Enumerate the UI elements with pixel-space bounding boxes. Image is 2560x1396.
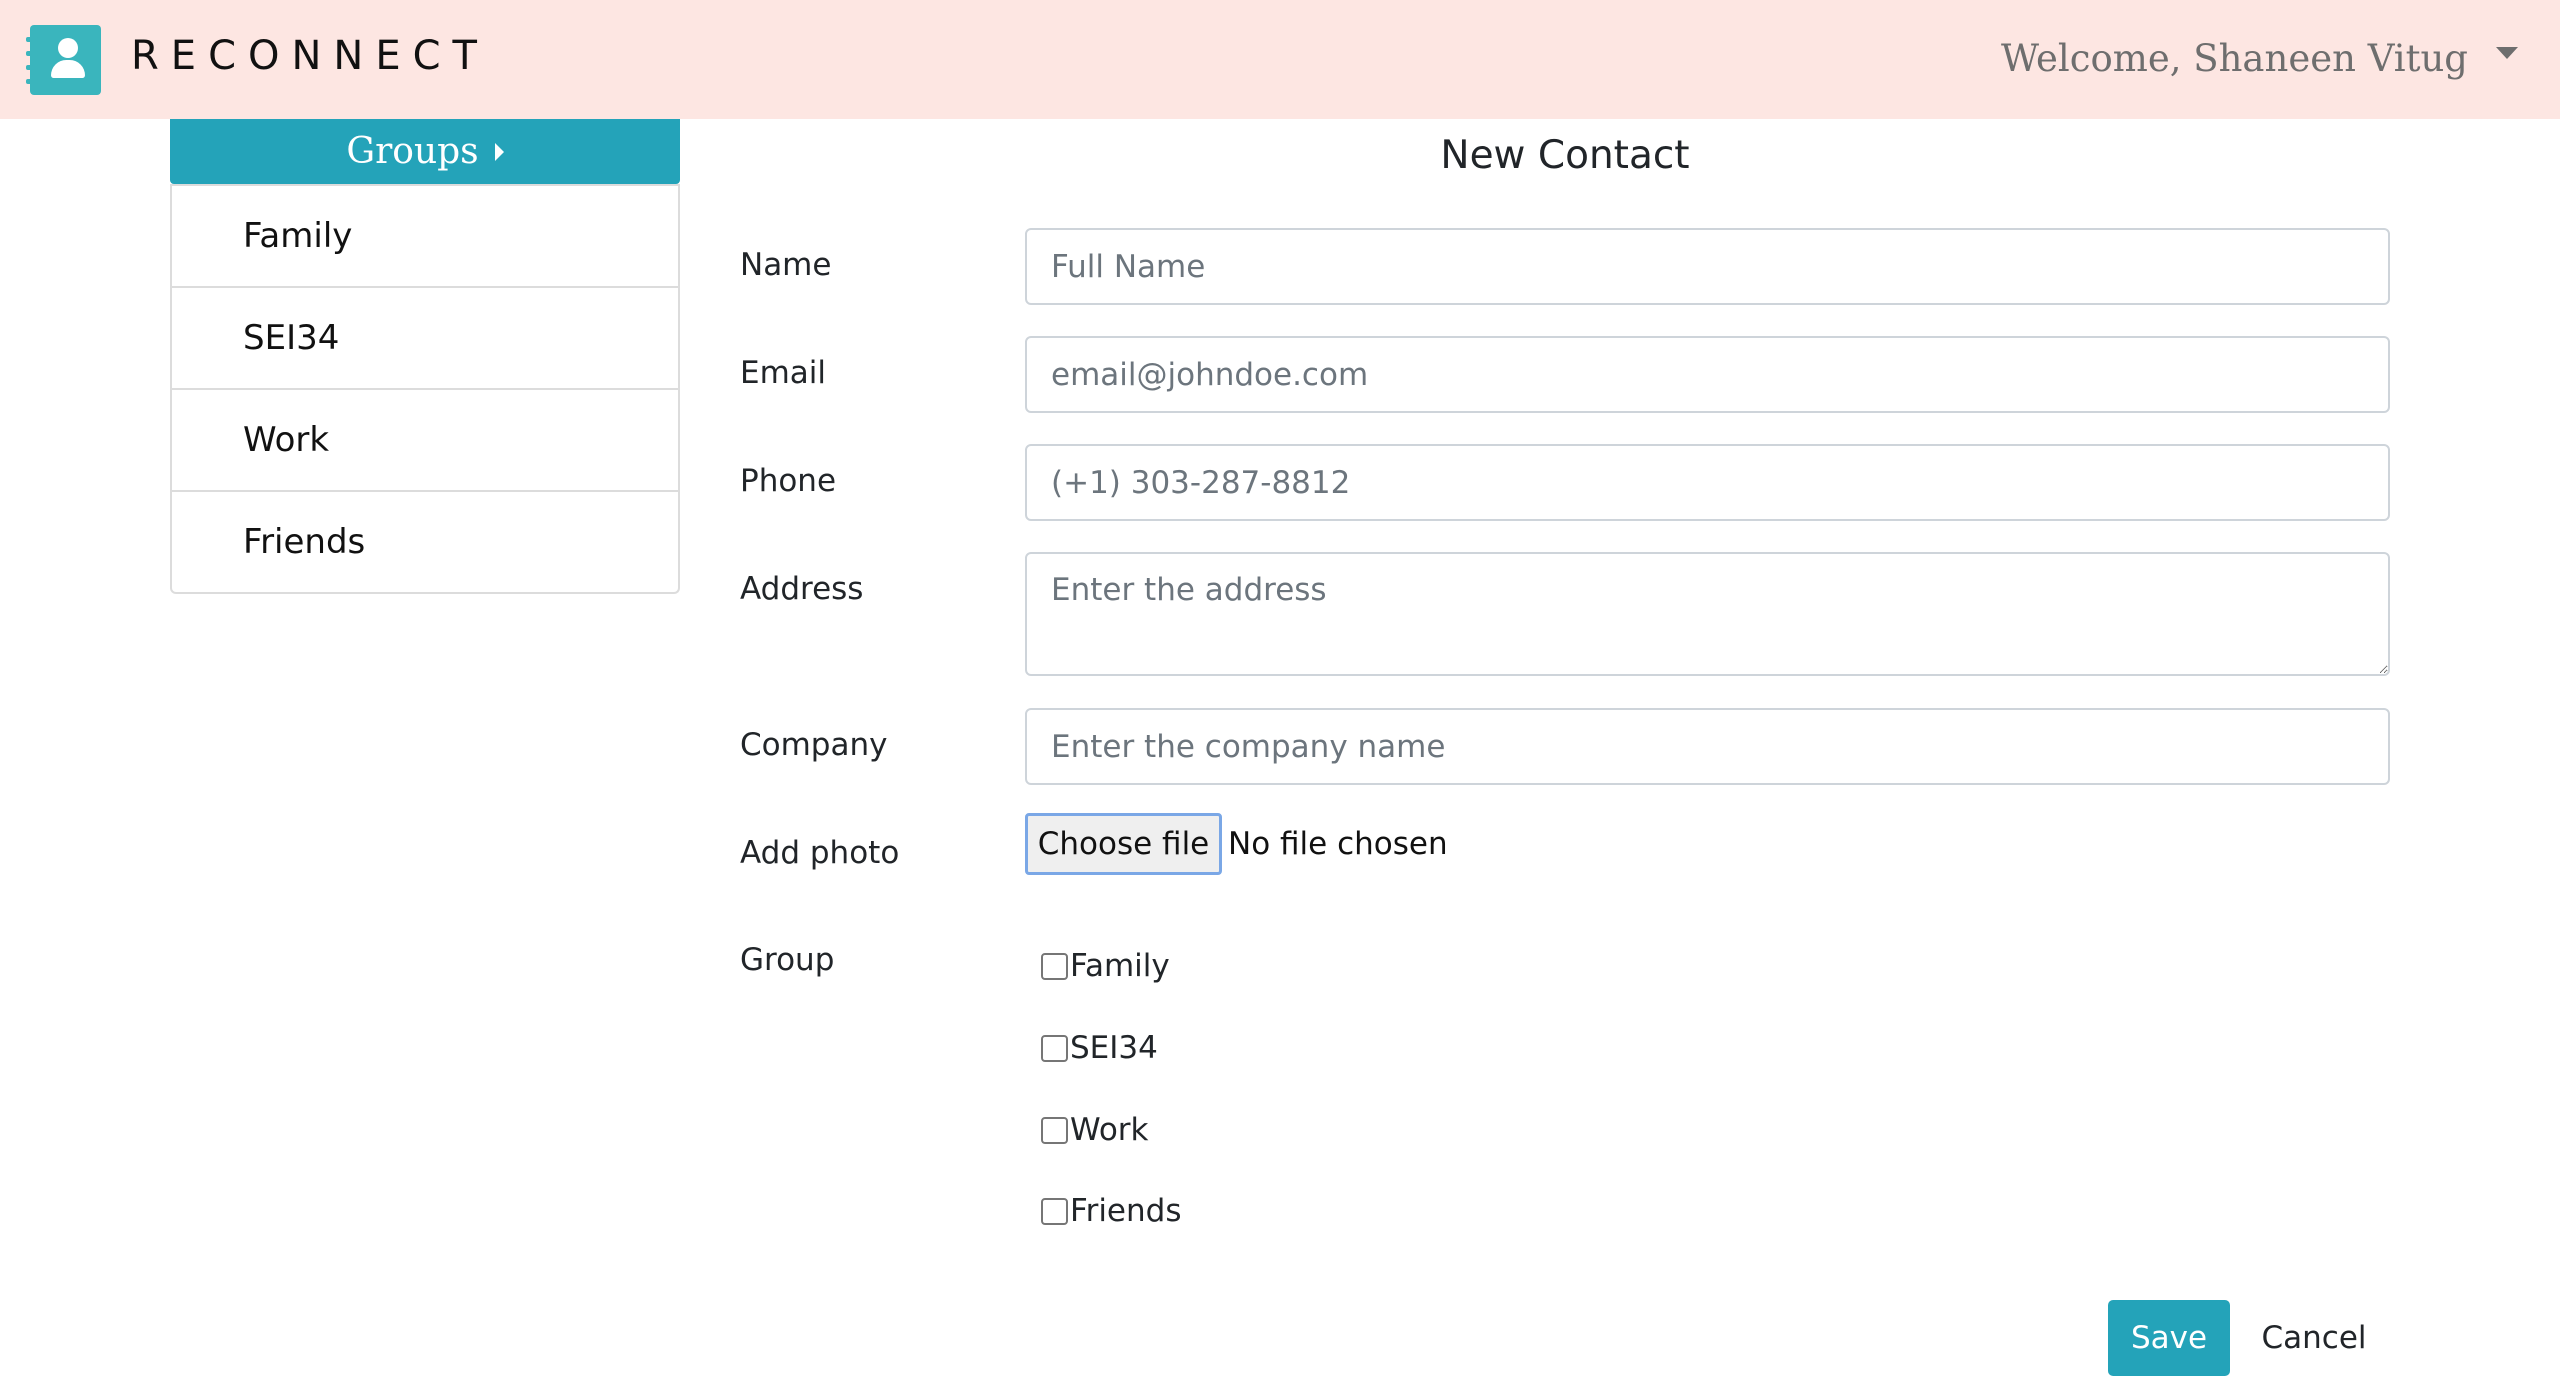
- brand-name[interactable]: RECONNECT: [131, 32, 489, 80]
- sidebar-item-sei34[interactable]: SEI34: [172, 286, 678, 388]
- group-list: Family SEI34 Work Friends: [170, 184, 680, 594]
- sidebar-item-label: Family: [243, 216, 353, 256]
- person-body-shape: [51, 60, 85, 78]
- sidebar-item-label: Work: [243, 420, 330, 460]
- checkbox[interactable]: [1041, 1116, 1068, 1144]
- phone-field[interactable]: [1025, 444, 2390, 521]
- phone-label: Phone: [740, 463, 837, 499]
- checkbox[interactable]: [1041, 1034, 1068, 1062]
- checkbox-label: SEI34: [1070, 1030, 1158, 1066]
- top-navbar: RECONNECT Welcome, Shaneen Vitug: [0, 0, 2560, 119]
- group-checkbox-friends[interactable]: Friends: [1041, 1191, 1181, 1231]
- binder-ring: [26, 79, 38, 84]
- sidebar-item-label: Friends: [243, 522, 366, 562]
- choose-file-button[interactable]: Choose file: [1025, 813, 1222, 875]
- group-checkbox-sei34[interactable]: SEI34: [1041, 1028, 1158, 1068]
- chevron-right-icon: [494, 142, 504, 161]
- checkbox[interactable]: [1041, 952, 1068, 980]
- chevron-down-icon: [2496, 47, 2518, 59]
- company-label: Company: [740, 727, 888, 763]
- email-field[interactable]: [1025, 336, 2390, 413]
- sidebar-item-label: SEI34: [243, 318, 340, 358]
- company-field[interactable]: [1025, 708, 2390, 785]
- page-title: New Contact: [1440, 133, 1690, 178]
- checkbox-label: Family: [1070, 948, 1170, 984]
- groups-header-button[interactable]: Groups: [170, 119, 680, 184]
- save-button[interactable]: Save: [2108, 1300, 2230, 1376]
- user-menu-toggle[interactable]: Welcome, Shaneen Vitug: [2001, 34, 2518, 84]
- binder-ring: [26, 37, 38, 42]
- person-head-shape: [58, 38, 78, 58]
- group-checkbox-family[interactable]: Family: [1041, 946, 1170, 986]
- checkbox-label: Work: [1070, 1112, 1149, 1148]
- address-field[interactable]: [1025, 552, 2390, 676]
- email-label: Email: [740, 355, 827, 391]
- address-label: Address: [740, 571, 864, 607]
- group-label: Group: [740, 942, 835, 978]
- checkbox[interactable]: [1041, 1197, 1068, 1225]
- welcome-text: Welcome, Shaneen Vitug: [2001, 37, 2468, 80]
- sidebar-item-family[interactable]: Family: [172, 184, 678, 286]
- name-label: Name: [740, 247, 832, 283]
- groups-header-label: Groups: [346, 131, 479, 172]
- checkbox-label: Friends: [1070, 1193, 1182, 1229]
- add-photo-label: Add photo: [740, 835, 900, 871]
- address-book-icon[interactable]: [26, 25, 101, 95]
- file-status-text: No file chosen: [1228, 826, 1448, 862]
- sidebar-item-work[interactable]: Work: [172, 388, 678, 490]
- cancel-button[interactable]: Cancel: [2248, 1300, 2380, 1376]
- binder-ring: [26, 51, 38, 56]
- binder-ring: [26, 65, 38, 70]
- sidebar-item-friends[interactable]: Friends: [172, 490, 678, 592]
- name-field[interactable]: [1025, 228, 2390, 305]
- group-checkbox-work[interactable]: Work: [1041, 1110, 1149, 1150]
